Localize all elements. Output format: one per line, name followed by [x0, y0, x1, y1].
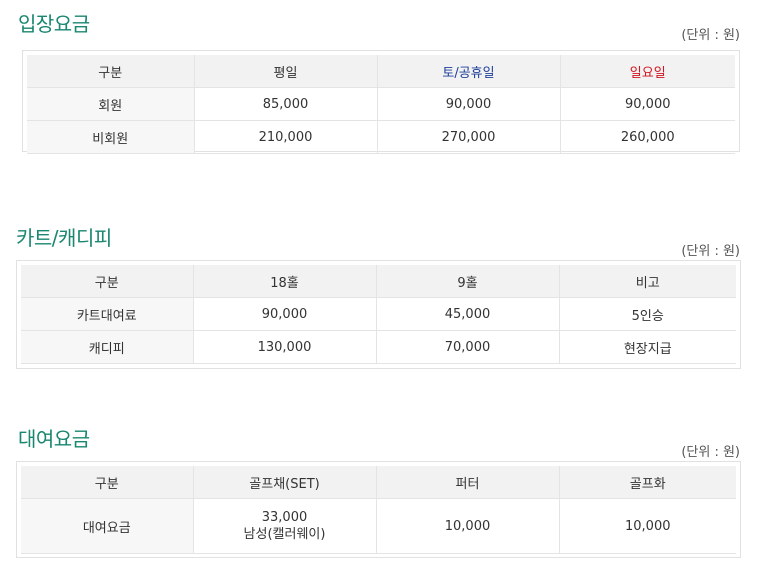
table-cell: 90,000 [192, 297, 376, 331]
table-cell: 130,000 [192, 330, 376, 364]
table-row: 카트대여료 90,000 45,000 5인승 [21, 297, 736, 331]
table-cell: 70,000 [375, 330, 559, 364]
header-category: 구분 [21, 265, 193, 298]
table-row: 캐디피 130,000 70,000 현장지급 [21, 330, 736, 364]
table-row: 대여요금 33,000 남성(캘러웨이) 10,000 10,000 [21, 498, 736, 554]
row-label-non-member: 비회원 [27, 120, 194, 154]
table-cell: 260,000 [559, 120, 735, 154]
section-title-admission: 입장요금 [18, 12, 90, 36]
golf-club-price: 33,000 [261, 510, 308, 525]
table-header-row: 구분 평일 토/공휴일 일요일 [27, 55, 735, 88]
header-golf-shoes: 골프화 [558, 466, 736, 499]
row-label-cart-fee: 카트대여료 [21, 297, 193, 331]
section-title-rental: 대여요금 [18, 427, 90, 451]
header-category: 구분 [21, 466, 193, 499]
unit-label: (단위 : 원) [681, 244, 740, 259]
table-cell: 45,000 [375, 297, 559, 331]
table-header-row: 구분 18홀 9홀 비고 [21, 265, 736, 298]
header-remarks: 비고 [558, 265, 736, 298]
header-weekday: 평일 [193, 55, 377, 88]
row-label-member: 회원 [27, 87, 194, 121]
table-row: 비회원 210,000 270,000 260,000 [27, 120, 735, 154]
table-cell-golf-club: 33,000 남성(캘러웨이) [192, 498, 376, 554]
row-label-caddie-fee: 캐디피 [21, 330, 193, 364]
golf-club-note: 남성(캘러웨이) [243, 527, 326, 542]
table-cell: 5인승 [558, 297, 736, 331]
header-sunday: 일요일 [559, 55, 735, 88]
header-putter: 퍼터 [375, 466, 559, 499]
cart-caddie-table: 구분 18홀 9홀 비고 카트대여료 90,000 45,000 5인승 캐디피… [21, 265, 736, 364]
admission-fee-table-box: 구분 평일 토/공휴일 일요일 회원 85,000 90,000 90,000 … [22, 50, 740, 154]
unit-label: (단위 : 원) [681, 445, 740, 460]
table-cell: 10,000 [375, 498, 559, 554]
table-cell: 210,000 [193, 120, 377, 154]
table-cell: 85,000 [193, 87, 377, 121]
table-cell: 270,000 [376, 120, 560, 154]
unit-label: (단위 : 원) [681, 28, 740, 43]
row-label-rental-fee: 대여요금 [21, 498, 193, 554]
table-cell: 90,000 [376, 87, 560, 121]
table-header-row: 구분 골프채(SET) 퍼터 골프화 [21, 466, 736, 499]
table-row: 회원 85,000 90,000 90,000 [27, 87, 735, 121]
header-saturday-holiday: 토/공휴일 [376, 55, 560, 88]
header-18-holes: 18홀 [192, 265, 376, 298]
table-cell: 90,000 [559, 87, 735, 121]
rental-fee-table-box: 구분 골프채(SET) 퍼터 골프화 대여요금 33,000 남성(캘러웨이) … [16, 461, 741, 558]
header-9-holes: 9홀 [375, 265, 559, 298]
table-cell: 현장지급 [558, 330, 736, 364]
header-golf-club-set: 골프채(SET) [192, 466, 376, 499]
admission-fee-table: 구분 평일 토/공휴일 일요일 회원 85,000 90,000 90,000 … [27, 55, 735, 154]
table-cell: 10,000 [558, 498, 736, 554]
section-title-cart-caddie: 카트/캐디피 [16, 226, 112, 250]
rental-fee-table: 구분 골프채(SET) 퍼터 골프화 대여요금 33,000 남성(캘러웨이) … [21, 466, 736, 554]
cart-caddie-table-box: 구분 18홀 9홀 비고 카트대여료 90,000 45,000 5인승 캐디피… [16, 260, 741, 369]
header-category: 구분 [27, 55, 194, 88]
